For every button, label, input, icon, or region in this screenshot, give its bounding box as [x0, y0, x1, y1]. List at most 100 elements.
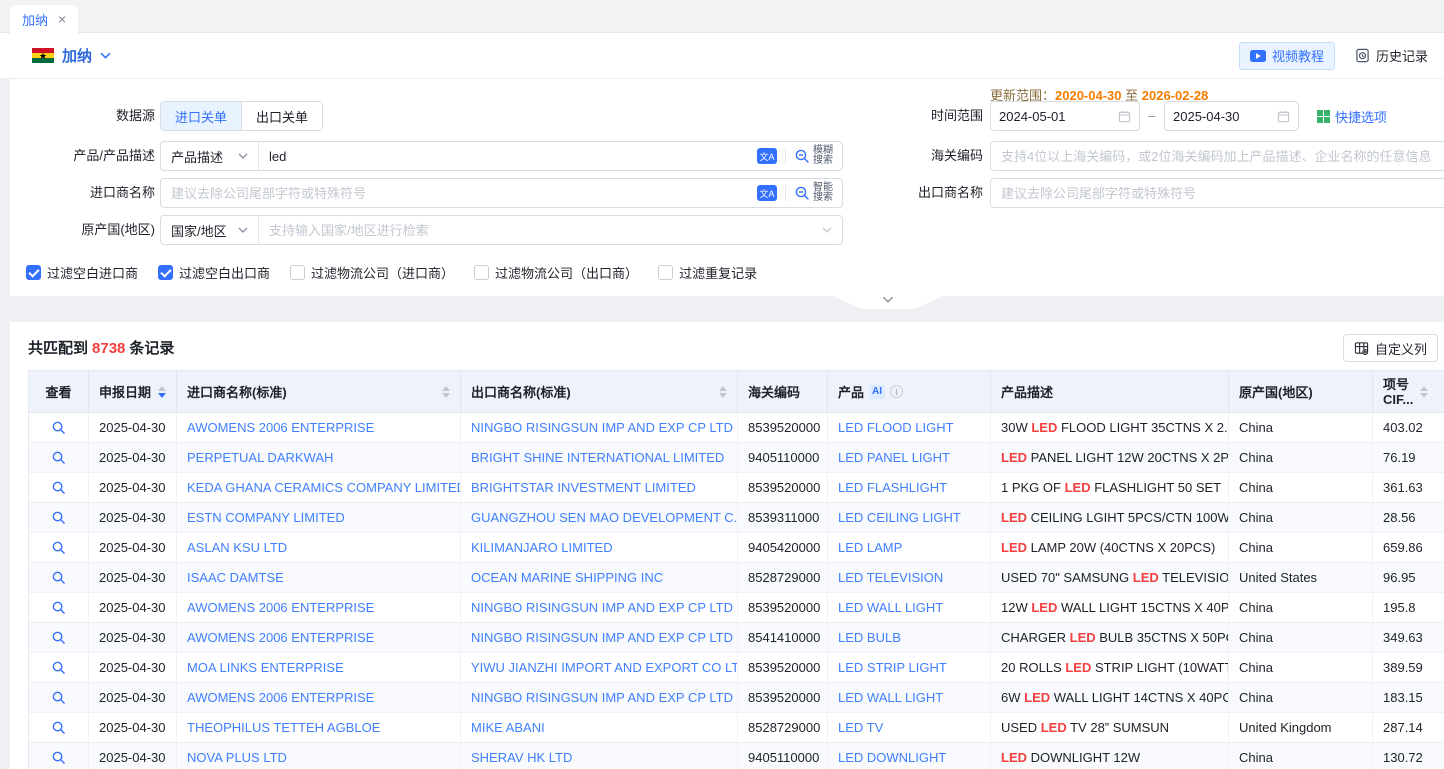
exporter-link[interactable]: NINGBO RISINGSUN IMP AND EXP CP LTD [471, 420, 733, 435]
exporter-link[interactable]: SHERAV HK LTD [471, 750, 572, 765]
collapse-filters-tab[interactable] [833, 296, 943, 309]
exporter-link[interactable]: BRIGHTSTAR INVESTMENT LIMITED [471, 480, 696, 495]
importer-link[interactable]: AWOMENS 2006 ENTERPRISE [187, 630, 374, 645]
importer-link[interactable]: NOVA PLUS LTD [187, 750, 287, 765]
product-type-select[interactable]: 产品描述 [161, 142, 259, 170]
exporter-link[interactable]: GUANGZHOU SEN MAO DEVELOPMENT C... [471, 510, 738, 525]
country-selector[interactable]: 加纳 [32, 45, 111, 66]
history-button[interactable]: 历史记录 [1351, 42, 1432, 70]
sort-icons[interactable] [158, 386, 166, 398]
product-link[interactable]: LED TV [838, 720, 883, 735]
cif-cell: 76.19 [1373, 443, 1444, 473]
filter-checkbox[interactable]: 过滤物流公司（进口商） [290, 263, 454, 282]
checkbox-box[interactable] [158, 265, 173, 280]
country-name: 加纳 [62, 45, 92, 66]
importer-link[interactable]: THEOPHILUS TETTEH AGBLOE [187, 720, 380, 735]
view-record-icon[interactable] [48, 537, 70, 559]
tab-import-declarations[interactable]: 进口关单 [161, 102, 241, 130]
col-importer[interactable]: 进口商名称(标准) [177, 371, 461, 413]
checkbox-box[interactable] [26, 265, 41, 280]
sort-icons[interactable] [1420, 386, 1428, 398]
page-tab[interactable]: 加纳 × [10, 5, 78, 33]
product-link[interactable]: LED FLASHLIGHT [838, 480, 947, 495]
info-icon[interactable]: i [890, 385, 903, 398]
view-record-icon[interactable] [48, 417, 70, 439]
checkbox-box[interactable] [658, 265, 673, 280]
view-record-icon[interactable] [48, 657, 70, 679]
importer-link[interactable]: AWOMENS 2006 ENTERPRISE [187, 690, 374, 705]
product-link[interactable]: LED TELEVISION [838, 570, 943, 585]
view-record-icon[interactable] [48, 627, 70, 649]
close-icon[interactable]: × [58, 12, 66, 26]
date-start-input[interactable]: 2024-05-01 [990, 101, 1140, 131]
translate-icon[interactable]: 文A [757, 148, 777, 164]
exporter-link[interactable]: NINGBO RISINGSUN IMP AND EXP CP LTD [471, 600, 733, 615]
view-record-icon[interactable] [48, 687, 70, 709]
translate-icon[interactable]: 文A [757, 185, 777, 201]
view-record-icon[interactable] [48, 597, 70, 619]
product-link[interactable]: LED BULB [838, 630, 901, 645]
product-link[interactable]: LED PANEL LIGHT [838, 450, 950, 465]
importer-link[interactable]: AWOMENS 2006 ENTERPRISE [187, 600, 374, 615]
product-link[interactable]: LED CEILING LIGHT [838, 510, 961, 525]
col-exporter[interactable]: 出口商名称(标准) [461, 371, 738, 413]
importer-link[interactable]: PERPETUAL DARKWAH [187, 450, 333, 465]
exporter-link[interactable]: MIKE ABANI [471, 720, 545, 735]
tab-export-declarations[interactable]: 出口关单 [241, 102, 322, 130]
region-type-select[interactable]: 国家/地区 [161, 216, 259, 244]
product-input[interactable] [259, 149, 757, 164]
fuzzy-search-button[interactable]: 模糊搜索 [794, 146, 842, 166]
product-link[interactable]: LED DOWNLIGHT [838, 750, 946, 765]
importer-link[interactable]: KEDA GHANA CERAMICS COMPANY LIMITED [187, 480, 461, 495]
product-link[interactable]: LED STRIP LIGHT [838, 660, 947, 675]
importer-link[interactable]: MOA LINKS ENTERPRISE [187, 660, 344, 675]
sort-icons[interactable] [719, 386, 727, 398]
col-item-cif[interactable]: 项号CIF... [1373, 371, 1444, 413]
view-record-icon[interactable] [48, 747, 70, 769]
exporter-link[interactable]: NINGBO RISINGSUN IMP AND EXP CP LTD [471, 690, 733, 705]
exporter-link[interactable]: BRIGHT SHINE INTERNATIONAL LIMITED [471, 450, 724, 465]
filter-checkbox[interactable]: 过滤物流公司（出口商） [474, 263, 638, 282]
exporter-link[interactable]: YIWU JIANZHI IMPORT AND EXPORT CO LTD [471, 660, 738, 675]
importer-link[interactable]: ESTN COMPANY LIMITED [187, 510, 345, 525]
view-record-icon[interactable] [48, 717, 70, 739]
exporter-input[interactable] [991, 186, 1444, 201]
customize-columns-button[interactable]: 自定义列 [1343, 334, 1438, 362]
filter-checkbox[interactable]: 过滤空白出口商 [158, 263, 270, 282]
date-end-input[interactable]: 2025-04-30 [1164, 101, 1299, 131]
importer-link[interactable]: ISAAC DAMTSE [187, 570, 284, 585]
smart-search-button[interactable]: 智能搜索 [794, 183, 842, 203]
exporter-link[interactable]: OCEAN MARINE SHIPPING INC [471, 570, 663, 585]
filter-checkbox[interactable]: 过滤重复记录 [658, 263, 757, 282]
hs-code-input[interactable] [991, 149, 1444, 164]
origin-input[interactable] [259, 223, 822, 238]
quick-options-link[interactable]: 快捷选项 [1317, 101, 1387, 131]
importer-input[interactable] [161, 186, 757, 201]
importer-link[interactable]: AWOMENS 2006 ENTERPRISE [187, 420, 374, 435]
view-record-icon[interactable] [48, 447, 70, 469]
hs-code-cell: 8539311000 [738, 503, 828, 533]
sort-icons[interactable] [442, 386, 450, 398]
col-declare-date[interactable]: 申报日期 [89, 371, 177, 413]
filter-checkbox[interactable]: 过滤空白进口商 [26, 263, 138, 282]
product-search-group: 产品描述 文A 模糊搜索 [160, 141, 843, 171]
chevron-down-icon[interactable] [822, 227, 832, 233]
calendar-icon [1277, 110, 1290, 123]
view-record-icon[interactable] [48, 477, 70, 499]
exporter-link[interactable]: KILIMANJARO LIMITED [471, 540, 613, 555]
checkbox-box[interactable] [474, 265, 489, 280]
origin-country-cell: China [1229, 653, 1373, 683]
cif-cell: 349.63 [1373, 623, 1444, 653]
product-link[interactable]: LED WALL LIGHT [838, 600, 943, 615]
product-link[interactable]: LED FLOOD LIGHT [838, 420, 954, 435]
declare-date-cell: 2025-04-30 [89, 713, 177, 743]
quick-options-icon [1317, 110, 1330, 123]
checkbox-box[interactable] [290, 265, 305, 280]
product-link[interactable]: LED LAMP [838, 540, 902, 555]
product-link[interactable]: LED WALL LIGHT [838, 690, 943, 705]
importer-link[interactable]: ASLAN KSU LTD [187, 540, 287, 555]
view-record-icon[interactable] [48, 507, 70, 529]
view-record-icon[interactable] [48, 567, 70, 589]
exporter-link[interactable]: NINGBO RISINGSUN IMP AND EXP CP LTD [471, 630, 733, 645]
video-tutorial-button[interactable]: 视频教程 [1239, 42, 1335, 70]
